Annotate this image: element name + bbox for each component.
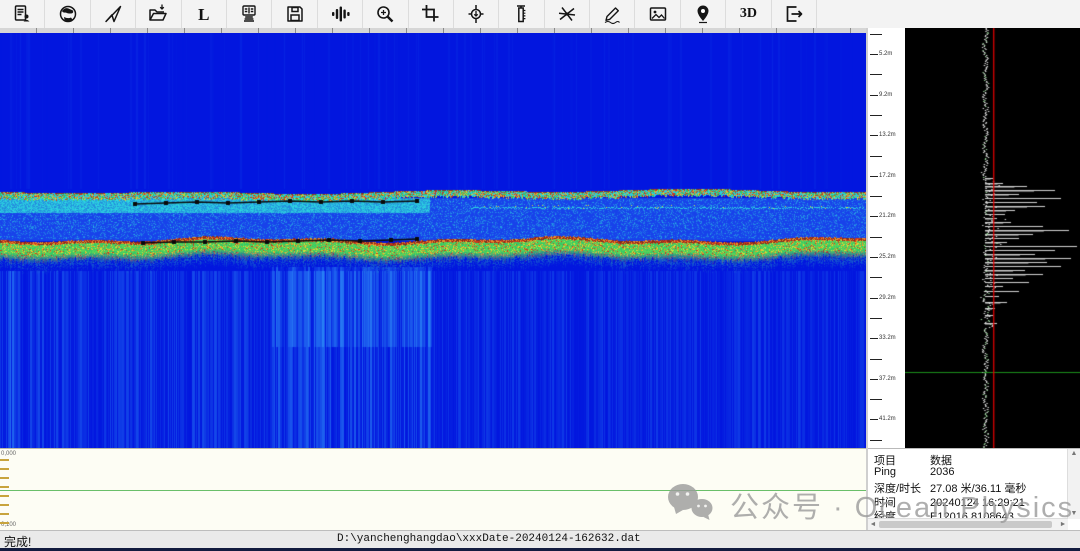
draft-ruler-button[interactable]	[499, 0, 544, 28]
ruler-icon	[510, 3, 532, 25]
exit-button[interactable]	[772, 0, 817, 28]
globe-button[interactable]	[45, 0, 90, 28]
gain-curve-panel[interactable]: 0,000 0,100	[0, 448, 866, 531]
axis-major-tick	[870, 338, 878, 339]
axis-minor-tick	[870, 237, 882, 238]
annotate-button[interactable]	[590, 0, 635, 28]
info-vertical-scrollbar[interactable]: ▲ ▼	[1067, 449, 1080, 519]
axis-tick-label: 9.2m	[879, 92, 892, 98]
save-icon	[284, 3, 306, 25]
card-reader-icon	[238, 3, 260, 25]
exit-icon	[783, 3, 805, 25]
info-row-depth: 深度/时长27.08 米/36.11 毫秒	[874, 480, 1066, 493]
info-row-ping: Ping2036	[874, 466, 1066, 479]
axis-major-tick	[870, 379, 878, 380]
image-button[interactable]	[635, 0, 680, 28]
current-file-path: D:\yanchenghangdao\xxxDate-20240124-1626…	[337, 533, 641, 545]
save-button[interactable]	[272, 0, 317, 28]
axis-tick-label: 41.2m	[879, 416, 896, 422]
letter-l-icon: L	[198, 6, 209, 23]
axis-major-tick	[870, 176, 878, 177]
gain-axis-tick	[0, 513, 9, 515]
axis-minor-tick	[870, 277, 882, 278]
transducer-icon	[465, 3, 487, 25]
location-button[interactable]	[681, 0, 726, 28]
depth-axis: 5.2m 9.2m 13.2m 17.2m 21.2m 25.2m 29.2m 33.2m 37…	[868, 28, 906, 448]
navigate-button[interactable]	[91, 0, 136, 28]
log-report-button[interactable]	[0, 0, 45, 28]
gain-axis-tick	[0, 459, 9, 461]
axis-minor-tick	[870, 359, 882, 360]
axis-tick-label: 17.2m	[879, 173, 896, 179]
zoom-button[interactable]	[363, 0, 408, 28]
navigation-arrow-icon	[102, 3, 124, 25]
axis-minor-tick	[870, 399, 882, 400]
axis-major-tick	[870, 216, 878, 217]
toolbar: L	[0, 0, 1080, 29]
gain-axis-tick	[0, 504, 9, 506]
scroll-left-icon[interactable]: ◄	[868, 519, 878, 530]
globe-icon	[57, 3, 79, 25]
report-icon	[11, 3, 33, 25]
gain-axis-tick	[0, 486, 9, 488]
crop-button[interactable]	[409, 0, 454, 28]
scroll-up-icon[interactable]: ▲	[1068, 449, 1080, 459]
axis-tick-label: 25.2m	[879, 254, 896, 260]
echogram-display[interactable]	[0, 33, 866, 448]
3d-icon: 3D	[740, 7, 757, 21]
open-file-button[interactable]	[136, 0, 181, 28]
location-pin-icon	[692, 3, 714, 25]
gain-axis-tick	[0, 468, 9, 470]
waveform-icon	[329, 3, 351, 25]
gain-axis-tick	[0, 522, 9, 524]
sonar-app-window: L	[0, 0, 1080, 551]
axis-minor-tick	[870, 318, 882, 319]
open-folder-icon	[147, 3, 169, 25]
axis-tick-label: 37.2m	[879, 376, 896, 382]
axis-major-tick	[870, 95, 878, 96]
axis-minor-tick	[870, 196, 882, 197]
axis-tick-label: 33.2m	[879, 335, 896, 341]
gain-axis-tick	[0, 495, 9, 497]
scroll-down-icon[interactable]: ▼	[1068, 509, 1080, 519]
axis-minor-tick	[870, 115, 882, 116]
axis-minor-tick	[870, 34, 882, 35]
axis-minor-tick	[870, 440, 882, 441]
axis-minor-tick	[870, 156, 882, 157]
display-board-button[interactable]	[227, 0, 272, 28]
gain-axis-tick	[0, 477, 9, 479]
axis-major-tick	[870, 54, 878, 55]
waveform-button[interactable]	[318, 0, 363, 28]
scrollbar-thumb[interactable]	[879, 521, 1052, 528]
status-bar: 完成! D:\yanchenghangdao\xxxDate-20240124-…	[0, 530, 1080, 549]
info-row-time: 时间20240124 16:29:21	[874, 494, 1066, 507]
l-tool-button[interactable]: L	[182, 0, 227, 28]
axis-tick-label: 21.2m	[879, 213, 896, 219]
cut-icon	[556, 3, 578, 25]
image-icon	[647, 3, 669, 25]
info-header-row: 项目数据	[874, 452, 1066, 465]
crop-icon	[420, 3, 442, 25]
axis-major-tick	[870, 257, 878, 258]
transducer-button[interactable]	[454, 0, 499, 28]
gain-threshold-line	[0, 490, 866, 491]
axis-tick-label: 5.2m	[879, 51, 892, 57]
ascan-trace-display[interactable]	[905, 28, 1080, 448]
view-3d-button[interactable]: 3D	[726, 0, 771, 28]
gain-top-label: 0,000	[1, 451, 16, 457]
pencil-icon	[601, 3, 623, 25]
axis-major-tick	[870, 419, 878, 420]
ping-info-panel: 项目数据 Ping2036 深度/时长27.08 米/36.11 毫秒 时间20…	[868, 448, 1080, 530]
info-horizontal-scrollbar[interactable]: ◄ ►	[868, 518, 1068, 530]
axis-major-tick	[870, 135, 878, 136]
axis-minor-tick	[870, 74, 882, 75]
axis-major-tick	[870, 298, 878, 299]
scroll-right-icon[interactable]: ►	[1058, 519, 1068, 530]
trim-button[interactable]	[545, 0, 590, 28]
axis-tick-label: 29.2m	[879, 295, 896, 301]
axis-tick-label: 13.2m	[879, 132, 896, 138]
zoom-in-icon	[374, 3, 396, 25]
